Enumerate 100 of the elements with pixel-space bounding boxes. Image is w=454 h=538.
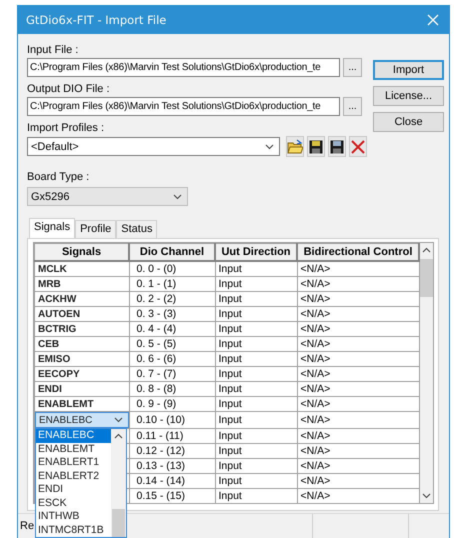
table-cell: Input bbox=[215, 322, 297, 336]
table-cell: 0. 9 - (9) bbox=[129, 396, 215, 412]
column-header[interactable]: Signals bbox=[34, 244, 129, 261]
tab[interactable]: Status bbox=[116, 220, 158, 238]
table-cell: <N/A> bbox=[297, 458, 419, 474]
delete-icon bbox=[350, 138, 366, 154]
table-cell: <N/A> bbox=[297, 306, 419, 322]
profile-dropdown[interactable]: <Default> bbox=[27, 137, 280, 156]
scrollbar-thumb[interactable] bbox=[112, 509, 125, 537]
table-cell: CEB bbox=[34, 336, 129, 352]
tab[interactable]: Profile bbox=[75, 220, 116, 238]
open-folder-icon bbox=[287, 138, 303, 154]
table-cell: <N/A> bbox=[297, 474, 419, 488]
table-cell: <N/A> bbox=[297, 488, 419, 504]
scrollbar[interactable] bbox=[111, 429, 126, 537]
field-label: Import Profiles : bbox=[27, 121, 106, 136]
dropdown-option[interactable]: INTMC8RT1B bbox=[36, 524, 111, 537]
table-cell: <N/A> bbox=[297, 382, 419, 396]
table-cell: AUTOEN bbox=[34, 306, 129, 322]
dialog-button[interactable]: Close bbox=[373, 112, 444, 132]
status-text: Re bbox=[20, 520, 34, 533]
table-cell: Input bbox=[215, 292, 297, 306]
table-cell: MCLK bbox=[34, 261, 129, 276]
chevron-up-icon bbox=[114, 433, 123, 439]
signal-dropdown[interactable]: ENABLEBC bbox=[35, 412, 128, 428]
table-cell: 0.13 - (13) bbox=[129, 458, 215, 474]
table-cell: Input bbox=[215, 396, 297, 412]
table-cell: Input bbox=[215, 412, 297, 428]
table-cell: 0.10 - (10) bbox=[129, 412, 215, 428]
dropdown-option[interactable]: ENABLEBC bbox=[36, 429, 111, 442]
browse-button[interactable]: ... bbox=[343, 97, 362, 116]
table-cell: <N/A> bbox=[297, 276, 419, 292]
table-cell: <N/A> bbox=[297, 412, 419, 428]
table-cell: Input bbox=[215, 276, 297, 292]
scrollbar[interactable] bbox=[420, 243, 433, 503]
chevron-down-icon bbox=[114, 417, 122, 423]
tab[interactable]: Signals bbox=[29, 218, 76, 238]
dropdown-option[interactable]: INTHWB bbox=[36, 510, 111, 524]
field-label: Output DIO File : bbox=[27, 82, 111, 97]
table-cell: MRB bbox=[34, 276, 129, 292]
column-header[interactable]: Dio Channel bbox=[129, 244, 215, 261]
table-cell: <N/A> bbox=[297, 366, 419, 382]
table-cell: ENDI bbox=[34, 382, 129, 396]
table-cell: <N/A> bbox=[297, 261, 419, 276]
chevron-down-icon bbox=[265, 144, 274, 150]
table-cell: 0. 6 - (6) bbox=[129, 352, 215, 366]
toolbar-button[interactable] bbox=[307, 136, 325, 157]
table-cell: Input bbox=[215, 458, 297, 474]
scrollbar-thumb[interactable] bbox=[420, 259, 433, 297]
field-label: Board Type : bbox=[27, 170, 90, 185]
table-cell: 0.14 - (14) bbox=[129, 474, 215, 488]
table-cell: Input bbox=[215, 366, 297, 382]
table-cell: Input bbox=[215, 428, 297, 444]
table-cell: 0. 1 - (1) bbox=[129, 276, 215, 292]
dropdown-option[interactable]: ENABLERT1 bbox=[36, 456, 111, 470]
table-cell: Input bbox=[215, 382, 297, 396]
table-cell: 0. 4 - (4) bbox=[129, 322, 215, 336]
window-title: GtDio6x-FIT - Import File bbox=[26, 13, 166, 27]
table-cell: 0. 8 - (8) bbox=[129, 382, 215, 396]
table-cell: 0. 3 - (3) bbox=[129, 306, 215, 322]
close-icon bbox=[427, 14, 439, 26]
dropdown-option[interactable]: ENDI bbox=[36, 483, 111, 496]
browse-button[interactable]: ... bbox=[343, 58, 362, 77]
dialog-button[interactable]: Import bbox=[373, 60, 444, 80]
column-header[interactable]: Uut Direction bbox=[215, 244, 297, 261]
dialog-button[interactable]: License... bbox=[373, 86, 444, 106]
chevron-down-icon bbox=[173, 194, 182, 200]
table-cell: BCTRIG bbox=[34, 322, 129, 336]
table-cell: 0.12 - (12) bbox=[129, 444, 215, 458]
table-cell: <N/A> bbox=[297, 444, 419, 458]
dropdown-option[interactable]: ESCK bbox=[36, 496, 111, 510]
table-cell: <N/A> bbox=[297, 352, 419, 366]
table-cell: Input bbox=[215, 261, 297, 276]
table-cell: EMISO bbox=[34, 352, 129, 366]
table-cell: 0.15 - (15) bbox=[129, 488, 215, 504]
path-field[interactable]: C:\Program Files (x86)\Marvin Test Solutions\GtDio6x\production_te bbox=[27, 58, 340, 77]
table-cell: ACKHW bbox=[34, 292, 129, 306]
table-cell: Input bbox=[215, 444, 297, 458]
table-cell: 0. 2 - (2) bbox=[129, 292, 215, 306]
table-cell: 0. 0 - (0) bbox=[129, 261, 215, 276]
field-label: Input File : bbox=[27, 43, 80, 58]
dropdown-option[interactable]: ENABLERT2 bbox=[36, 470, 111, 483]
table-cell: Input bbox=[215, 306, 297, 322]
toolbar-button[interactable] bbox=[328, 136, 346, 157]
chevron-down-icon bbox=[422, 493, 431, 499]
path-field[interactable]: C:\Program Files (x86)\Marvin Test Solutions\GtDio6x\production_te bbox=[27, 97, 340, 116]
table-cell: Input bbox=[215, 474, 297, 488]
table-cell: <N/A> bbox=[297, 322, 419, 336]
table-cell: Input bbox=[215, 352, 297, 366]
table-cell: 0.11 - (11) bbox=[129, 428, 215, 444]
table-cell: <N/A> bbox=[297, 336, 419, 352]
table-cell: 0. 5 - (5) bbox=[129, 336, 215, 352]
column-header[interactable]: Bidirectional Control bbox=[297, 244, 419, 261]
table-cell: 0. 7 - (7) bbox=[129, 366, 215, 382]
table-cell: <N/A> bbox=[297, 428, 419, 444]
table-cell: <N/A> bbox=[297, 396, 419, 412]
table-cell: Input bbox=[215, 336, 297, 352]
table-cell: EECOPY bbox=[34, 366, 129, 382]
table-cell: Input bbox=[215, 488, 297, 504]
chevron-up-icon bbox=[422, 247, 431, 253]
